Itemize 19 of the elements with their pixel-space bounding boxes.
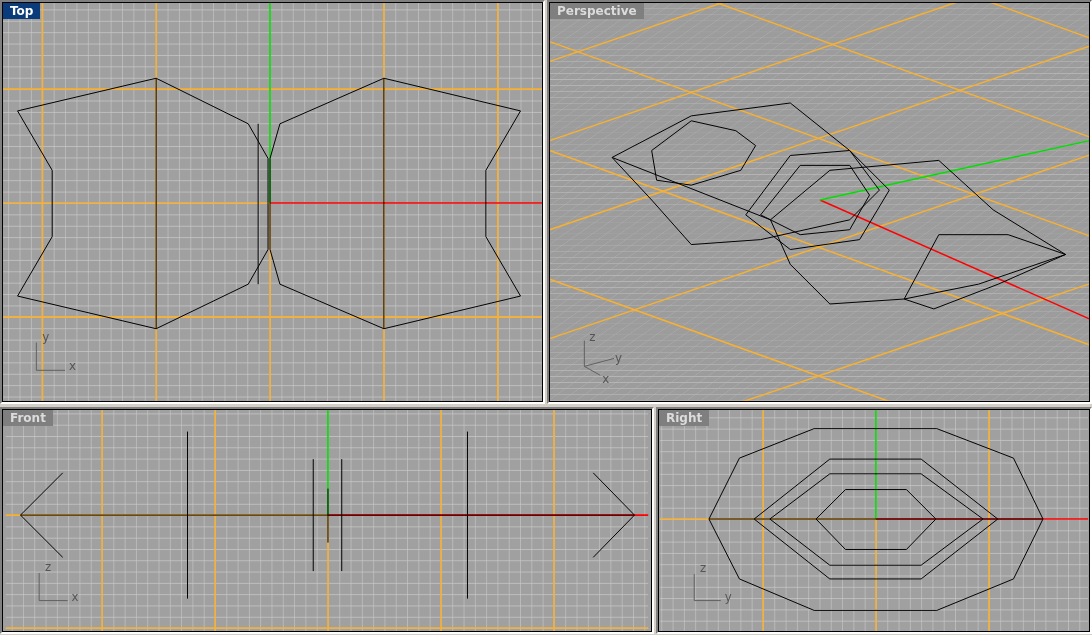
axis-label: x bbox=[69, 359, 77, 374]
axis-label: x bbox=[602, 372, 610, 387]
axis-label: z bbox=[700, 561, 707, 576]
axis-label: z bbox=[45, 560, 52, 575]
viewport-title[interactable]: Right bbox=[659, 410, 710, 426]
axis-icon bbox=[583, 340, 615, 376]
axis-label: x bbox=[71, 589, 79, 604]
viewport-title[interactable]: Front bbox=[3, 410, 53, 426]
viewport[interactable]: Perspective z y x bbox=[547, 0, 1092, 404]
axis-label: y bbox=[724, 589, 732, 604]
viewport-title[interactable]: Top bbox=[3, 3, 41, 19]
viewport-title[interactable]: Perspective bbox=[550, 3, 644, 19]
viewport[interactable]: Front z x bbox=[0, 407, 654, 634]
axis-icon bbox=[38, 572, 69, 602]
axis-label: z bbox=[589, 329, 596, 344]
axis-icon bbox=[693, 573, 722, 602]
axis-label: y bbox=[615, 351, 623, 366]
axis-icon bbox=[35, 342, 66, 371]
viewport[interactable]: Right z y bbox=[656, 407, 1092, 634]
